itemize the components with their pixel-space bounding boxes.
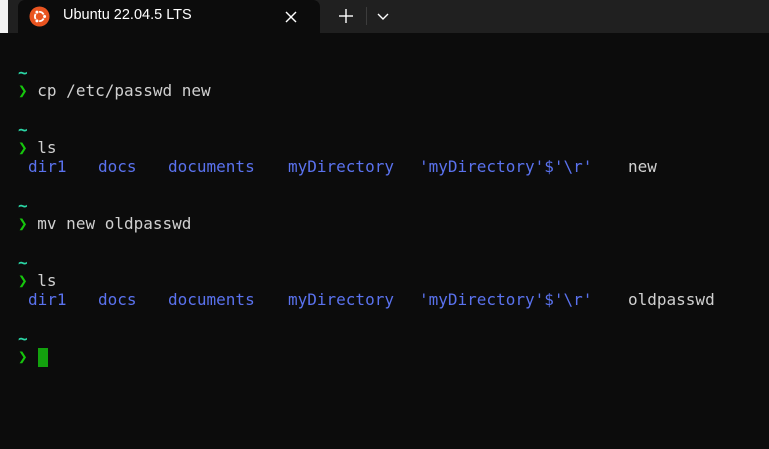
command-line: ❯ mv new oldpasswd [18,214,191,234]
tab-bar: Ubuntu 22.04.5 LTS [0,0,769,33]
ls-entry-directory: dir1 [28,157,67,176]
ls-entry-directory: docs [98,290,137,309]
prompt-path: ~ [18,63,28,82]
command-line-current[interactable]: ❯ [18,347,37,367]
ls-entry-file: oldpasswd [628,290,715,309]
ls-entry-directory: documents [168,157,255,176]
close-icon[interactable] [280,6,302,28]
chevron-down-icon[interactable] [370,2,396,30]
plus-icon[interactable] [330,2,362,30]
prompt-symbol: ❯ [18,81,28,100]
command-line: ❯ cp /etc/passwd new [18,81,211,101]
prompt-symbol: ❯ [18,138,28,157]
tab-separator [366,7,367,25]
tab-ubuntu[interactable]: Ubuntu 22.04.5 LTS [18,0,320,33]
window-edge [0,0,8,33]
prompt-path-line: ~ [18,253,28,273]
command-text: ls [37,271,57,290]
prompt-symbol: ❯ [18,214,28,233]
prompt-path-line: ~ [18,120,28,140]
prompt-path: ~ [18,253,28,272]
command-text: ls [37,138,57,157]
ls-output-line: dir1 docs documents myDirectory 'myDirec… [18,290,758,310]
ls-entry-directory: myDirectory [288,157,394,176]
command-line: ❯ ls [18,138,57,158]
ls-output-line: dir1 docs documents myDirectory 'myDirec… [18,157,758,177]
prompt-path: ~ [18,196,28,215]
text-cursor [38,348,48,367]
prompt-path: ~ [18,329,28,348]
command-text: cp /etc/passwd new [37,81,211,100]
prompt-path-line: ~ [18,196,28,216]
ls-entry-directory: 'myDirectory'$'\r' [419,157,593,176]
prompt-symbol: ❯ [18,271,28,290]
ls-entry-directory: dir1 [28,290,67,309]
ls-entry-file: new [628,157,657,176]
terminal-window: Ubuntu 22.04.5 LTS ~ ❯ cp /etc/passwd ne… [0,0,769,449]
command-line: ❯ ls [18,271,57,291]
command-text: mv new oldpasswd [37,214,192,233]
ls-entry-directory: docs [98,157,137,176]
prompt-path: ~ [18,120,28,139]
ls-entry-directory: 'myDirectory'$'\r' [419,290,593,309]
ls-entry-directory: myDirectory [288,290,394,309]
terminal-content[interactable]: ~ ❯ cp /etc/passwd new ~ ❯ ls dir1 docs … [8,33,769,449]
prompt-symbol: ❯ [18,347,28,366]
prompt-path-line: ~ [18,63,28,83]
tab-title: Ubuntu 22.04.5 LTS [63,7,192,23]
ls-entry-directory: documents [168,290,255,309]
ubuntu-logo-icon [29,6,50,27]
prompt-path-line: ~ [18,329,28,349]
